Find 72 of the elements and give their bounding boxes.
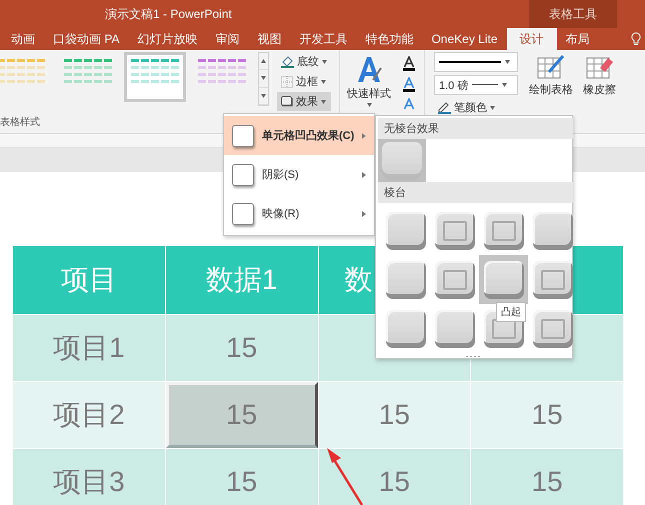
ribbon-tab[interactable]: 开发工具 (290, 28, 356, 50)
paint-bucket-icon (281, 56, 294, 68)
ribbon-tab[interactable]: 布局 (556, 28, 598, 50)
text-style-icon (355, 54, 383, 84)
pen-color-button[interactable]: 笔颜色 (434, 98, 518, 117)
caret-icon (490, 106, 495, 110)
table-cell: 15 (318, 449, 470, 505)
table-header-cell: 数据1 (166, 246, 318, 314)
ribbon-tab[interactable]: 动画 (2, 28, 44, 50)
borders-icon (281, 76, 293, 88)
submenu-arrow-icon (362, 172, 366, 178)
ribbon-tab[interactable]: 幻灯片放映 (128, 28, 206, 50)
line-weight-value: 1.0 磅 (439, 78, 468, 92)
caret-icon (366, 103, 372, 107)
table-format-button[interactable]: 底纹 (277, 52, 331, 71)
effects-icon (281, 96, 293, 107)
table-cell: 15 (471, 449, 623, 505)
table-format-button[interactable]: 效果 (277, 92, 331, 111)
gallery-section-header: 棱台 (378, 182, 573, 204)
caret-icon (505, 60, 510, 64)
line-sample-icon (472, 84, 498, 86)
quick-styles-button[interactable]: 快速样式 (344, 52, 394, 109)
context-tab-label: 表格工具 (529, 0, 617, 28)
ribbon-tab[interactable]: 审阅 (206, 28, 248, 50)
effect-preview-icon (232, 202, 254, 224)
table-cell: 15 (471, 382, 623, 448)
menu-item[interactable]: 单元格凹凸效果(C) (224, 116, 374, 155)
ribbon-tab[interactable]: 特色功能 (356, 28, 422, 50)
draw-table-button[interactable]: 绘制表格 (526, 52, 576, 99)
annotation-arrow (327, 448, 364, 505)
gallery-section-header: 无棱台效果 (378, 118, 573, 139)
table-format-button[interactable]: 边框 (277, 72, 331, 91)
line-style-dropdown[interactable] (434, 52, 518, 72)
table-cell: 15 (318, 382, 470, 448)
bevel-preset[interactable] (479, 255, 528, 304)
ribbon-tab[interactable]: 口袋动画 PA (44, 28, 128, 50)
submenu-arrow-icon (362, 210, 366, 216)
effect-preview-icon (232, 124, 254, 146)
expand-gallery-icon[interactable] (261, 94, 266, 98)
table-cell: 15 (166, 315, 318, 381)
scroll-down-icon[interactable] (261, 76, 266, 80)
table-cell: 项目3 (13, 449, 165, 505)
line-style-icon (439, 60, 501, 64)
table-cell: 15 (166, 449, 318, 505)
table-header-cell: 项目 (13, 246, 165, 314)
ribbon-tab[interactable]: 设计 (506, 28, 556, 50)
caret-icon (321, 80, 326, 84)
table-cell: 项目2 (13, 382, 165, 448)
group-label: 表格样式 (0, 116, 40, 130)
scroll-up-icon[interactable] (261, 59, 266, 64)
effect-preview-icon (232, 164, 254, 186)
eraser-button[interactable]: 橡皮擦 (580, 52, 619, 99)
table-style-swatch[interactable] (124, 52, 186, 102)
line-weight-dropdown[interactable]: 1.0 磅 (434, 75, 518, 95)
font-color-icon[interactable] (402, 56, 416, 71)
ribbon-tab[interactable]: OneKey Lite (422, 28, 506, 50)
caret-icon (321, 100, 326, 104)
table-cell: 项目1 (13, 315, 165, 381)
window-title: 演示文稿1 - PowerPoint (105, 6, 233, 22)
caret-icon (322, 60, 327, 64)
font-color-icon[interactable] (402, 77, 416, 92)
resize-grip-icon[interactable] (465, 355, 481, 358)
menu-item[interactable]: 阴影(S) (224, 155, 374, 194)
ribbon-tab[interactable]: 视图 (248, 28, 290, 50)
tooltip: 凸起 (496, 302, 526, 322)
menu-item[interactable]: 映像(R) (224, 194, 374, 233)
submenu-arrow-icon (362, 132, 366, 138)
draw-table-icon (537, 54, 565, 80)
caret-icon (502, 83, 508, 87)
lightbulb-icon[interactable] (631, 32, 641, 46)
gallery-scroll[interactable] (258, 52, 269, 106)
table-cell: 15 (166, 382, 318, 448)
